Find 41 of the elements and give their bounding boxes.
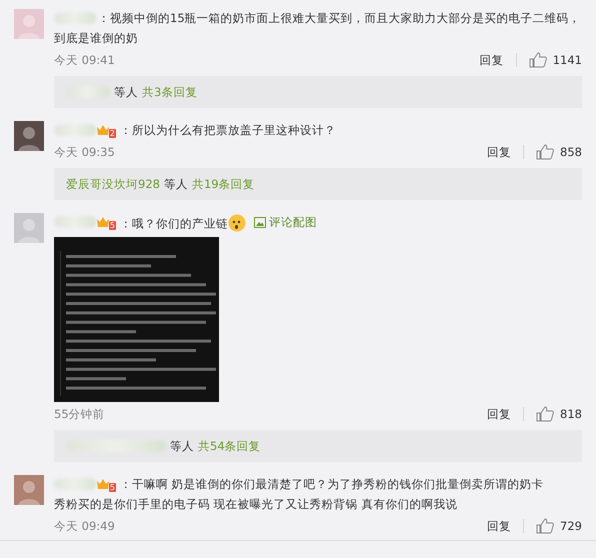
avatar[interactable] (14, 474, 44, 504)
reply-link[interactable]: 回复 (487, 142, 512, 162)
others-label: 等人 (114, 84, 138, 101)
vip-badge: 2 (96, 122, 116, 138)
reply-link[interactable]: 回复 (487, 516, 512, 536)
thumbs-up-icon (536, 406, 554, 422)
comment-time: 今天 09:49 (54, 518, 116, 534)
comment-text: ：干嘛啊 奶是谁倒的你们最清楚了吧？为了挣秀粉的钱你们批量倒卖所谓的奶卡 (120, 476, 544, 490)
comment-text: ：所以为什么有把票放盖子里这种设计？ (120, 123, 336, 137)
thumbs-up-icon (528, 52, 547, 68)
replies-summary[interactable]: 等人 共3条回复 (54, 76, 582, 108)
comment-time: 今天 09:35 (54, 144, 116, 161)
replies-summary[interactable]: 等人 共54条回复 (54, 430, 582, 462)
others-label: 等人 (164, 176, 188, 193)
like-button[interactable]: 729 (536, 516, 582, 536)
blurred-username[interactable] (54, 216, 96, 228)
comment-image-link[interactable]: 评论配图 (254, 212, 317, 232)
like-button[interactable]: 1141 (528, 50, 582, 70)
comment-text: 到底是谁倒的奶 (54, 31, 138, 45)
vip-badge: 5 (96, 476, 116, 492)
like-button[interactable]: 818 (536, 404, 582, 424)
reply-link[interactable]: 回复 (487, 404, 512, 424)
thumbs-up-icon (536, 518, 554, 534)
comment-text: ：哦？你们的产业链 (120, 216, 228, 230)
thumbs-up-icon (536, 144, 554, 160)
emoji-icon (228, 214, 246, 232)
blurred-username[interactable] (54, 478, 96, 490)
avatar[interactable] (14, 121, 44, 151)
reply-link[interactable]: 回复 (480, 50, 504, 70)
comment-text: 秀粉买的是你们手里的电子码 现在被曝光了又让秀粉背锅 真有你们的啊我说 (54, 496, 458, 510)
avatar[interactable] (14, 213, 44, 243)
others-label: 等人 (170, 438, 194, 454)
comment-time: 今天 09:41 (54, 52, 116, 69)
comment-time: 55分钟前 (54, 406, 106, 422)
blurred-username[interactable] (54, 124, 96, 136)
vip-badge: 5 (96, 214, 116, 230)
like-button[interactable]: 858 (536, 142, 582, 162)
image-icon (254, 216, 266, 228)
comment-text: ：视频中倒的15瓶一箱的奶市面上很难大量买到，而且大家助力大部分是买的电子二维码， (98, 11, 581, 25)
avatar[interactable] (14, 9, 44, 39)
blurred-username[interactable] (54, 12, 96, 24)
